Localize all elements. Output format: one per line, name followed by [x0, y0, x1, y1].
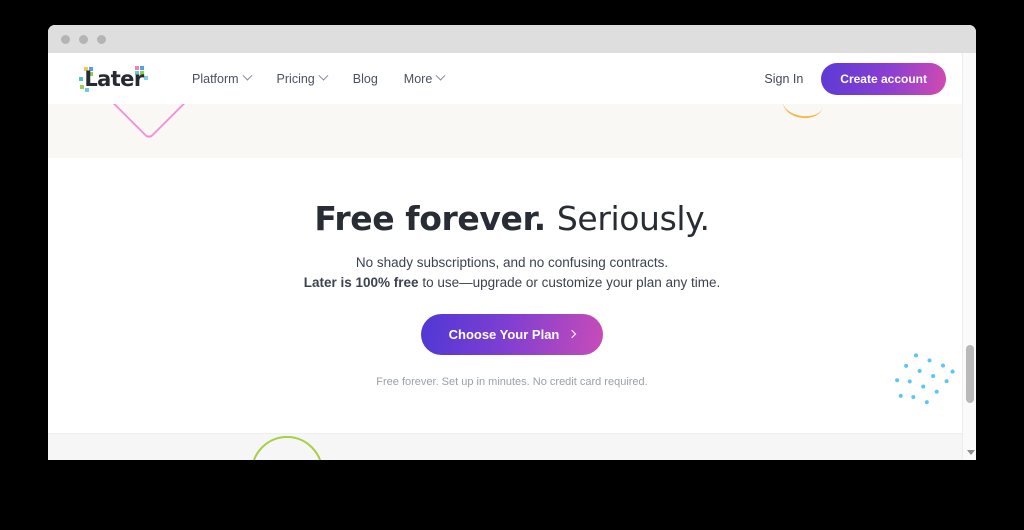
- site-header: Later Platform Pricing Blog More Sign In…: [48, 53, 976, 104]
- logo-pixel-teal: [79, 76, 83, 81]
- hero-section: Free forever. Seriously. No shady subscr…: [48, 158, 976, 433]
- nav-item-blog[interactable]: Blog: [353, 72, 378, 86]
- sign-in-link[interactable]: Sign In: [764, 72, 803, 86]
- blue-dots-decoration: [886, 343, 964, 418]
- orange-arc-decoration: [781, 104, 825, 121]
- decorative-band: [48, 104, 976, 158]
- nav-item-platform-label: Platform: [192, 71, 239, 86]
- minimize-window-button[interactable]: [79, 34, 88, 44]
- nav-item-pricing[interactable]: Pricing: [276, 70, 329, 86]
- close-window-button[interactable]: [61, 34, 70, 44]
- chevron-down-icon: [242, 70, 252, 81]
- hero-subtitle-line-1: No shady subscriptions, and no confusing…: [355, 254, 669, 270]
- nav-item-blog-label: Blog: [352, 71, 378, 86]
- blue-dot: [910, 394, 916, 400]
- blue-dot: [934, 389, 940, 395]
- scrollbar-thumb[interactable]: [966, 345, 974, 403]
- footer-nav: Signup FEATURES TRAINING GUIDES PARTNERS…: [48, 433, 976, 460]
- blue-dot: [903, 363, 909, 369]
- nav-item-pricing-label: Pricing: [276, 71, 315, 86]
- blue-dot: [927, 358, 932, 363]
- maximize-window-button[interactable]: [97, 34, 106, 44]
- chevron-down-icon: [435, 70, 446, 81]
- header-actions: Sign In Create account: [764, 62, 976, 95]
- choose-your-plan-button[interactable]: Choose Your Plan: [420, 313, 604, 355]
- nav-item-more-label: More: [403, 71, 433, 86]
- blue-dot: [920, 384, 926, 389]
- blue-dot: [930, 373, 936, 379]
- blue-dot: [944, 378, 949, 384]
- blue-dot: [917, 368, 923, 374]
- scroll-down-arrow-icon[interactable]: [967, 450, 975, 455]
- blue-dot: [894, 377, 900, 383]
- blue-dot: [907, 379, 913, 384]
- blue-dot: [950, 369, 955, 374]
- blue-dot: [913, 352, 919, 358]
- browser-window: Later Platform Pricing Blog More Sign In…: [48, 25, 976, 460]
- page-viewport: Later Platform Pricing Blog More Sign In…: [48, 53, 976, 460]
- browser-titlebar: [48, 25, 976, 53]
- hero-subtitle-line-2: Later is 100% free to use—upgrade or cus…: [48, 275, 976, 290]
- logo-pixel-blue-4: [144, 75, 148, 80]
- logo-pixel-green-2: [80, 84, 84, 89]
- page-title-regular: Seriously.: [556, 199, 710, 238]
- hero-subtitle-emphasis: Later is 100% free: [303, 274, 419, 290]
- page-title-bold: Free forever.: [314, 199, 546, 238]
- screen-root: Later Platform Pricing Blog More Sign In…: [0, 0, 1024, 530]
- chevron-down-icon: [318, 70, 329, 81]
- create-account-button[interactable]: Create account: [821, 62, 946, 95]
- blue-dot: [940, 363, 946, 368]
- page-scrollbar[interactable]: [962, 53, 976, 460]
- later-logo[interactable]: Later: [76, 64, 152, 94]
- nav-item-more[interactable]: More: [403, 70, 446, 86]
- hero-fineprint: Free forever. Set up in minutes. No cred…: [376, 375, 648, 388]
- footer-row: Signup FEATURES TRAINING GUIDES PARTNERS…: [48, 434, 976, 460]
- logo-wordmark: Later: [84, 66, 144, 91]
- hero-subtitle-rest: to use—upgrade or customize your plan an…: [418, 274, 721, 290]
- choose-your-plan-label: Choose Your Plan: [448, 326, 560, 342]
- chevron-right-icon: [568, 330, 577, 339]
- blue-dot: [924, 399, 930, 405]
- page-title: Free forever. Seriously.: [48, 200, 976, 238]
- blue-dot: [898, 393, 904, 399]
- nav-item-platform[interactable]: Platform: [192, 70, 252, 86]
- main-nav: Platform Pricing Blog More: [192, 70, 446, 86]
- pink-chevron-decoration: [93, 104, 205, 141]
